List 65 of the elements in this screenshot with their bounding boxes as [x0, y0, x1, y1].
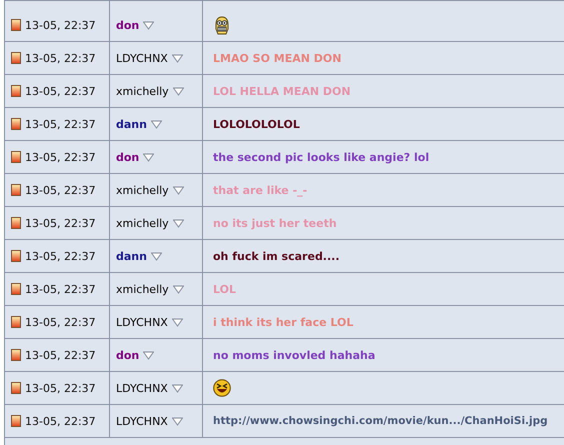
- username-link[interactable]: LDYCHNX: [116, 414, 168, 428]
- username-link[interactable]: dann: [116, 118, 147, 130]
- dropdown-caret-icon[interactable]: [172, 384, 183, 392]
- document-icon: [11, 316, 21, 328]
- username-link[interactable]: LDYCHNX: [116, 382, 168, 394]
- username-link[interactable]: xmichelly: [116, 84, 169, 98]
- laughing-face-icon: [213, 379, 231, 397]
- chat-message: LOL HELLA MEAN DON: [213, 84, 351, 98]
- document-icon: [11, 382, 21, 394]
- document-icon: [11, 19, 21, 31]
- username-link[interactable]: don: [116, 150, 140, 164]
- document-icon: [11, 283, 21, 295]
- document-icon: [11, 184, 21, 196]
- document-icon: [11, 151, 21, 163]
- username-link[interactable]: don: [116, 348, 140, 362]
- chat-message: oh fuck im scared....: [213, 250, 340, 262]
- document-icon: [11, 85, 21, 97]
- dropdown-caret-icon[interactable]: [143, 350, 154, 360]
- grimace-face-icon: [213, 16, 231, 34]
- dropdown-caret-icon[interactable]: [143, 152, 154, 162]
- chat-message: the second pic looks like angie? lol: [213, 150, 430, 164]
- chat-message: LOLOLOLOLOL: [213, 118, 300, 130]
- document-icon: [11, 349, 21, 361]
- dropdown-caret-icon[interactable]: [172, 186, 184, 194]
- timestamp: 13-05, 22:37: [25, 250, 96, 262]
- timestamp: 13-05, 22:37: [25, 118, 96, 130]
- document-icon: [11, 250, 21, 262]
- dropdown-caret-icon[interactable]: [150, 252, 162, 260]
- username-link[interactable]: don: [116, 18, 140, 32]
- timestamp: 13-05, 22:37: [25, 18, 96, 32]
- username-link[interactable]: xmichelly: [116, 282, 169, 296]
- document-icon: [11, 118, 21, 130]
- username-link[interactable]: xmichelly: [116, 216, 169, 230]
- timestamp: 13-05, 22:37: [25, 184, 96, 196]
- username-link[interactable]: dann: [116, 250, 147, 262]
- dropdown-caret-icon[interactable]: [172, 416, 183, 426]
- timestamp: 13-05, 22:37: [25, 348, 96, 362]
- dropdown-caret-icon[interactable]: [172, 54, 183, 62]
- timestamp: 13-05, 22:37: [25, 84, 96, 98]
- document-icon: [11, 52, 21, 64]
- dropdown-caret-icon[interactable]: [172, 218, 184, 228]
- chat-message: LMAO SO MEAN DON: [213, 52, 342, 64]
- timestamp: 13-05, 22:37: [25, 414, 96, 428]
- timestamp: 13-05, 22:37: [25, 316, 96, 328]
- dropdown-caret-icon[interactable]: [172, 86, 184, 96]
- chat-message: i think its her face LOL: [213, 316, 354, 328]
- dropdown-caret-icon[interactable]: [172, 318, 183, 326]
- timestamp: 13-05, 22:37: [25, 150, 96, 164]
- image-link[interactable]: http://www.chowsingchi.com/movie/kun.../ChanHoiSi.jpg: [213, 415, 548, 427]
- chat-message: no moms invovled hahaha: [213, 348, 376, 362]
- dropdown-caret-icon[interactable]: [143, 20, 154, 30]
- timestamp: 13-05, 22:37: [25, 52, 96, 64]
- dropdown-caret-icon[interactable]: [150, 120, 162, 128]
- username-link[interactable]: xmichelly: [116, 184, 169, 196]
- timestamp: 13-05, 22:37: [25, 382, 96, 394]
- document-icon: [11, 217, 21, 229]
- dropdown-caret-icon[interactable]: [172, 284, 184, 294]
- timestamp: 13-05, 22:37: [25, 282, 96, 296]
- username-link[interactable]: LDYCHNX: [116, 52, 168, 64]
- chat-message: LOL: [213, 282, 236, 296]
- timestamp: 13-05, 22:37: [25, 216, 96, 230]
- username-link[interactable]: LDYCHNX: [116, 316, 168, 328]
- document-icon: [11, 415, 21, 427]
- chat-message: that are like -_-: [213, 184, 308, 196]
- chat-message: no its just her teeth: [213, 216, 337, 230]
